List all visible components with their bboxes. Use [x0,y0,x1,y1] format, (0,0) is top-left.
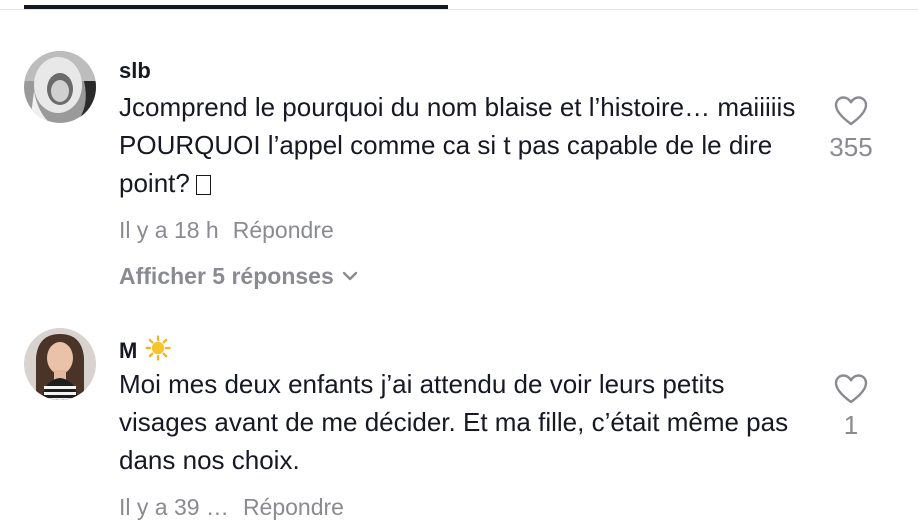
sun-emoji-icon [145,335,171,361]
avatar[interactable] [24,51,96,123]
heart-outline-icon[interactable] [834,96,868,126]
avatar[interactable] [24,328,96,400]
avatar-image [24,328,96,400]
view-replies-button[interactable]: Afficher 5 réponses [119,262,358,290]
comment-meta: Il y a 39 … Répondre [119,493,344,521]
comment-username[interactable]: slb [119,58,151,84]
like-control: 355 [811,96,891,162]
comment-text: Moi mes deux enfants j’ai attendu de voi… [119,369,789,475]
like-count: 1 [843,410,859,440]
comment-text: Jcomprend le pourquoi du nom blaise et l… [119,88,809,202]
missing-glyph-icon [195,175,211,195]
top-divider [0,9,918,10]
like-control: 1 [811,374,891,440]
like-count: 355 [829,132,873,162]
comment-timestamp: Il y a 18 h [119,217,219,243]
comment-timestamp: Il y a 39 … [119,494,229,520]
reply-button[interactable]: Répondre [233,217,334,243]
comment-username[interactable]: M [119,335,171,364]
reply-button[interactable]: Répondre [243,494,344,520]
avatar-image [24,51,96,123]
view-replies-label: Afficher 5 réponses [119,263,334,289]
username-text: M [119,338,138,363]
comment-meta: Il y a 18 h Répondre [119,216,334,244]
comment-body: Jcomprend le pourquoi du nom blaise et l… [119,92,796,198]
heart-outline-icon[interactable] [834,374,868,404]
chevron-down-icon [342,272,357,281]
